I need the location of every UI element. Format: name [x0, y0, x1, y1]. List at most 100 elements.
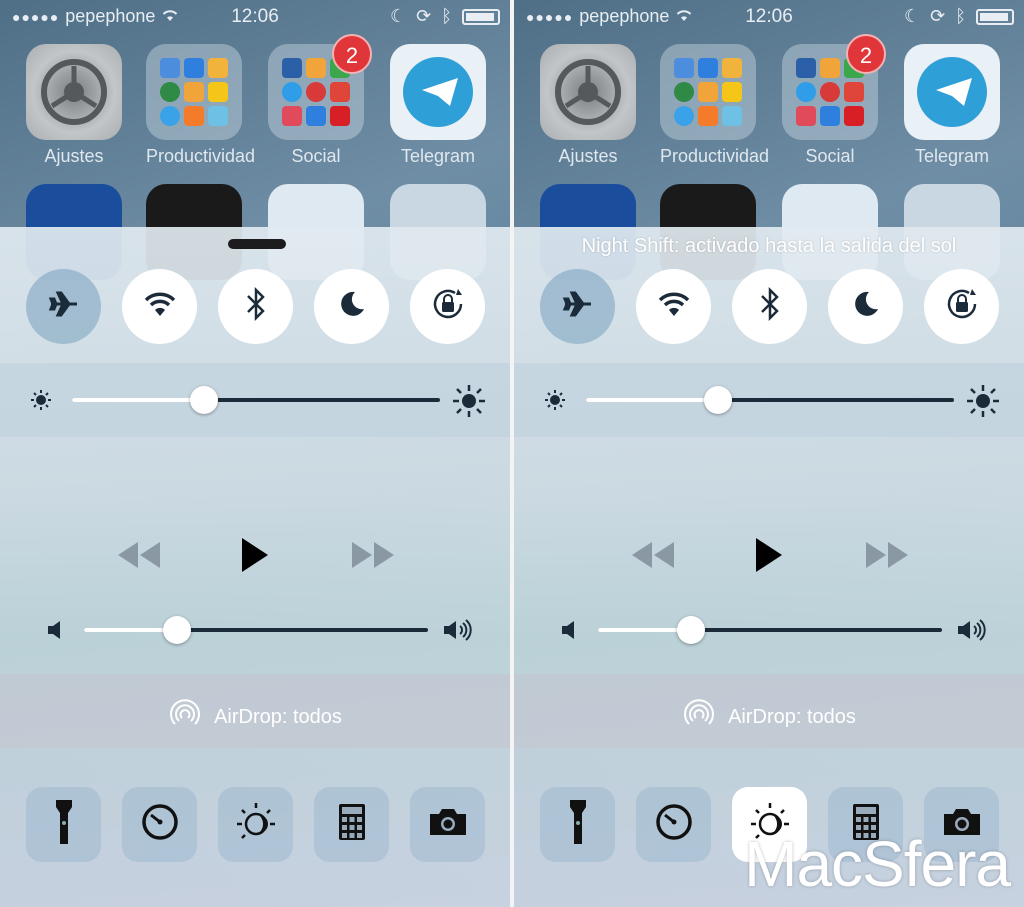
toggle-row	[0, 269, 510, 349]
settings-gear-icon	[26, 44, 122, 140]
airdrop-button[interactable]: AirDrop: todos	[514, 697, 1024, 737]
wifi-toggle[interactable]	[122, 269, 197, 344]
app-social[interactable]: 2 Social	[268, 34, 372, 167]
fast-forward-icon[interactable]	[350, 540, 396, 575]
control-center: AirDrop: todos	[0, 227, 510, 907]
flashlight-icon	[55, 799, 73, 850]
brightness-high-icon	[966, 384, 1000, 423]
app-telegram[interactable]: Telegram	[390, 44, 486, 167]
app-telegram[interactable]: Telegram	[904, 44, 1000, 167]
airplane-icon	[47, 287, 81, 326]
app-ajustes[interactable]: Ajustes	[540, 44, 636, 167]
brightness-knob[interactable]	[190, 386, 219, 414]
home-screen: Ajustes Productividad 2 Social Telegram	[0, 34, 510, 280]
moon-status-icon: ☾	[389, 6, 407, 26]
flashlight-button[interactable]	[540, 787, 615, 862]
rotation-lock-toggle[interactable]	[410, 269, 485, 344]
app-label: Telegram	[400, 146, 476, 166]
app-label: Social	[805, 146, 855, 166]
folder-icon: 2	[268, 34, 372, 140]
brightness-fill	[586, 398, 719, 402]
folder-icon	[146, 44, 242, 140]
volume-low-icon	[560, 620, 578, 645]
brightness-high-icon	[452, 384, 486, 423]
airplane-toggle[interactable]	[540, 269, 615, 344]
flashlight-icon	[569, 799, 587, 850]
moon-icon	[851, 289, 881, 324]
airdrop-label: AirDrop: todos	[728, 705, 856, 728]
volume-high-icon	[956, 618, 986, 647]
telegram-icon	[904, 44, 1000, 140]
brightness-slider[interactable]	[72, 386, 440, 414]
play-icon[interactable]	[240, 536, 270, 579]
night-shift-button[interactable]	[218, 787, 293, 862]
volume-knob[interactable]	[162, 616, 191, 644]
calculator-icon	[338, 803, 366, 846]
battery-icon	[462, 8, 500, 25]
brightness-slider[interactable]	[586, 386, 954, 414]
airdrop-icon	[168, 697, 202, 737]
status-bar: ●●●●● pepephone 12:06 ☾ ⟳ ᛒ	[514, 0, 1024, 34]
notification-badge: 2	[332, 34, 372, 74]
brightness-fill	[72, 398, 205, 402]
timer-icon	[655, 803, 693, 846]
app-label: Social	[291, 146, 341, 166]
media-controls	[0, 530, 510, 580]
app-social[interactable]: 2 Social	[782, 34, 886, 167]
volume-high-icon	[442, 618, 472, 647]
wifi-toggle[interactable]	[636, 269, 711, 344]
volume-slider[interactable]	[598, 616, 942, 644]
volume-knob[interactable]	[676, 616, 705, 644]
notification-badge: 2	[846, 34, 886, 74]
watermark: MacSfera	[744, 828, 1011, 900]
airdrop-button[interactable]: AirDrop: todos	[0, 697, 510, 737]
home-screen: Ajustes Productividad 2 Social Telegram	[514, 34, 1024, 280]
airdrop-icon	[682, 697, 716, 737]
app-label: Ajustes	[44, 146, 104, 166]
rotation-lock-status-icon: ⟳	[930, 6, 946, 26]
moon-icon	[337, 289, 367, 324]
wifi-icon	[143, 290, 177, 323]
fast-forward-icon[interactable]	[864, 540, 910, 575]
status-right: ☾ ⟳ ᛒ	[904, 6, 1014, 27]
brightness-low-icon	[30, 389, 52, 416]
airplane-icon	[561, 287, 595, 326]
bluetooth-status-icon: ᛒ	[441, 6, 452, 26]
app-productividad[interactable]: Productividad	[660, 44, 769, 167]
telegram-icon	[390, 44, 486, 140]
bluetooth-icon	[245, 286, 267, 326]
rotation-lock-toggle[interactable]	[924, 269, 999, 344]
status-bar: ●●●●● pepephone 12:06 ☾ ⟳ ᛒ	[0, 0, 510, 34]
bluetooth-status-icon: ᛒ	[955, 6, 966, 26]
night-shift-message: Night Shift: activado hasta la salida de…	[581, 235, 957, 257]
night-shift-icon	[233, 799, 279, 850]
app-productividad[interactable]: Productividad	[146, 44, 255, 167]
play-icon[interactable]	[754, 536, 784, 579]
flashlight-button[interactable]	[26, 787, 101, 862]
camera-icon	[428, 807, 468, 842]
toggle-row	[514, 269, 1024, 349]
do-not-disturb-toggle[interactable]	[828, 269, 903, 344]
airplane-toggle[interactable]	[26, 269, 101, 344]
app-ajustes[interactable]: Ajustes	[26, 44, 122, 167]
rotation-lock-icon	[943, 285, 981, 328]
rewind-icon[interactable]	[630, 540, 676, 575]
brightness-knob[interactable]	[704, 386, 733, 414]
volume-slider[interactable]	[84, 616, 428, 644]
calculator-button[interactable]	[314, 787, 389, 862]
bluetooth-toggle[interactable]	[732, 269, 807, 344]
screen-right: ●●●●● pepephone 12:06 ☾ ⟳ ᛒ Ajustes Prod…	[514, 0, 1024, 907]
moon-status-icon: ☾	[903, 6, 921, 26]
grabber-handle[interactable]	[228, 239, 286, 249]
timer-button[interactable]	[122, 787, 197, 862]
volume-low-icon	[46, 620, 64, 645]
camera-button[interactable]	[410, 787, 485, 862]
app-label: Productividad	[660, 146, 770, 166]
do-not-disturb-toggle[interactable]	[314, 269, 389, 344]
settings-gear-icon	[540, 44, 636, 140]
wifi-icon	[657, 290, 691, 323]
bluetooth-toggle[interactable]	[218, 269, 293, 344]
rewind-icon[interactable]	[116, 540, 162, 575]
rotation-lock-status-icon: ⟳	[416, 6, 432, 26]
timer-button[interactable]	[636, 787, 711, 862]
